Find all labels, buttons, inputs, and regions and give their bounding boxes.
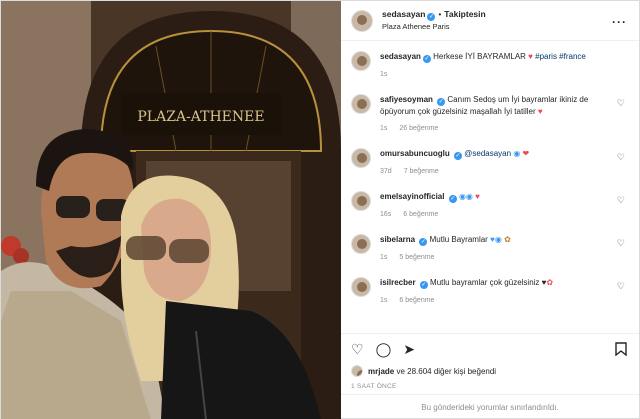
comment-age[interactable]: 37d [380, 168, 392, 175]
verified-icon: ✓ [419, 281, 428, 289]
comment-age[interactable]: 1s [380, 254, 387, 261]
post-modal: PLAZA-ATHENEE sedasayan ✓ • Takiptesin P… [0, 0, 640, 419]
avatar[interactable] [351, 9, 373, 32]
avatar[interactable] [351, 191, 371, 211]
comment-age[interactable]: 16s [380, 211, 391, 218]
more-icon[interactable]: ··· [612, 15, 627, 29]
butterfly-emoji-icon: ✿ [504, 235, 511, 244]
verified-icon: ✓ [448, 195, 457, 203]
caption-username[interactable]: sedasayan [380, 52, 421, 61]
comment-likes[interactable]: 26 beğenme [399, 125, 438, 132]
heart-emoji-icon: ♥ [537, 107, 543, 116]
list-item: isilrecber ✓ Mutlu bayramlar çok güzelsi… [351, 277, 629, 306]
post-location[interactable]: Plaza Athenee Paris [382, 21, 486, 32]
avatar[interactable] [351, 277, 371, 297]
caption-text: Herkese İYİ BAYRAMLAR [433, 52, 526, 61]
like-comment-heart-icon[interactable]: ♡ [617, 195, 625, 206]
comment-username[interactable]: safiyesoyman [380, 95, 433, 104]
likes-summary: mrjade ve 28.604 diğer kişi beğendi [341, 363, 639, 379]
header-text: sedasayan ✓ • Takiptesin Plaza Athenee Pari… [382, 9, 486, 32]
comment-age[interactable]: 1s [380, 125, 387, 132]
comment-text: Mutlu Bayramlar [429, 235, 488, 244]
rose-emoji-icon: ✿ [546, 278, 554, 287]
share-icon[interactable]: ➤ [403, 342, 415, 356]
list-item: safiyesoyman ✓ Canım Sedoş um İyi bayram… [351, 94, 629, 134]
heart-emoji-icon: ❤ [522, 149, 530, 158]
heart-emoji-icon: ♥ [528, 52, 533, 61]
like-comment-heart-icon[interactable]: ♡ [617, 238, 625, 249]
comment-likes[interactable]: 6 beğenme [403, 211, 438, 218]
post-photo[interactable]: PLAZA-ATHENEE [1, 1, 341, 419]
verified-icon: ✓ [437, 98, 446, 106]
post-side-panel: sedasayan ✓ • Takiptesin Plaza Athenee Pari… [341, 1, 639, 419]
list-item: sibelarna ✓ Mutlu Bayramlar ♥◉ ✿ 1s 5 beğ… [351, 234, 629, 263]
heart-icon[interactable]: ♡ [351, 342, 364, 356]
caption-hashtags[interactable]: #paris #france [535, 52, 586, 61]
comment-username[interactable]: emelsayinofficial [380, 192, 444, 201]
comment-username[interactable]: sibelarna [380, 235, 415, 244]
post-timestamp[interactable]: 1 SAAT ÖNCE [341, 379, 639, 394]
evil-eye-emoji-icon: ◉ [513, 149, 521, 158]
avatar[interactable] [351, 94, 371, 114]
comment-mention[interactable]: @sedasayan [464, 149, 511, 158]
post-photo-image: PLAZA-ATHENEE [1, 1, 341, 419]
post-username[interactable]: sedasayan [382, 9, 425, 19]
avatar[interactable] [351, 51, 371, 71]
comment-username[interactable]: isilrecber [380, 278, 416, 287]
likes-rest[interactable]: ve 28.604 diğer kişi beğendi [394, 367, 496, 376]
comment-username[interactable]: omursabuncuoglu [380, 149, 450, 158]
caption-age[interactable]: 1s [380, 71, 387, 78]
bookmark-icon[interactable] [615, 342, 627, 359]
evil-eye-emoji-icon: ◉◉ [458, 192, 473, 201]
comment-age[interactable]: 1s [380, 297, 387, 304]
action-bar: ♡ ◯ ➤ [341, 333, 639, 363]
avatar[interactable] [351, 148, 371, 168]
plaza-sign-text: PLAZA-ATHENEE [137, 109, 264, 125]
like-comment-heart-icon[interactable]: ♡ [617, 152, 625, 163]
avatar[interactable] [351, 234, 371, 254]
verified-icon: ✓ [419, 238, 428, 246]
follow-status-button[interactable]: Takiptesin [444, 9, 485, 19]
comments-list: sedasayan ✓ Herkese İYİ BAYRAMLAR ♥ #pari… [341, 41, 639, 333]
like-comment-heart-icon[interactable]: ♡ [617, 98, 625, 109]
verified-icon: ✓ [454, 152, 463, 160]
comment-likes[interactable]: 7 beğenme [404, 168, 439, 175]
comments-limited-notice: Bu gönderideki yorumlar sınırlandırıldı. [341, 394, 639, 419]
avatar[interactable] [351, 365, 363, 377]
list-item: omursabuncuoglu ✓ @sedasayan ◉ ❤ 37d 7 be… [351, 148, 629, 177]
comment-icon[interactable]: ◯ [376, 342, 392, 356]
verified-icon: ✓ [427, 13, 436, 21]
comment-text: Mutlu bayramlar çok güzelsiniz [430, 278, 540, 287]
list-item: emelsayinofficial ✓ ◉◉ ♥ 16s 6 beğenme ♡ [351, 191, 629, 220]
likes-user[interactable]: mrjade [368, 367, 394, 376]
heart-emoji-icon: ♥ [475, 192, 480, 201]
blue-heart-emoji-icon: ♥◉ [490, 235, 502, 244]
comment-likes[interactable]: 6 beğenme [399, 297, 434, 304]
verified-icon: ✓ [422, 55, 431, 63]
post-header: sedasayan ✓ • Takiptesin Plaza Athenee Pari… [341, 1, 639, 41]
caption: sedasayan ✓ Herkese İYİ BAYRAMLAR ♥ #pari… [351, 51, 629, 80]
comment-likes[interactable]: 5 beğenme [399, 254, 434, 261]
separator-dot: • [438, 10, 442, 19]
like-comment-heart-icon[interactable]: ♡ [617, 281, 625, 292]
